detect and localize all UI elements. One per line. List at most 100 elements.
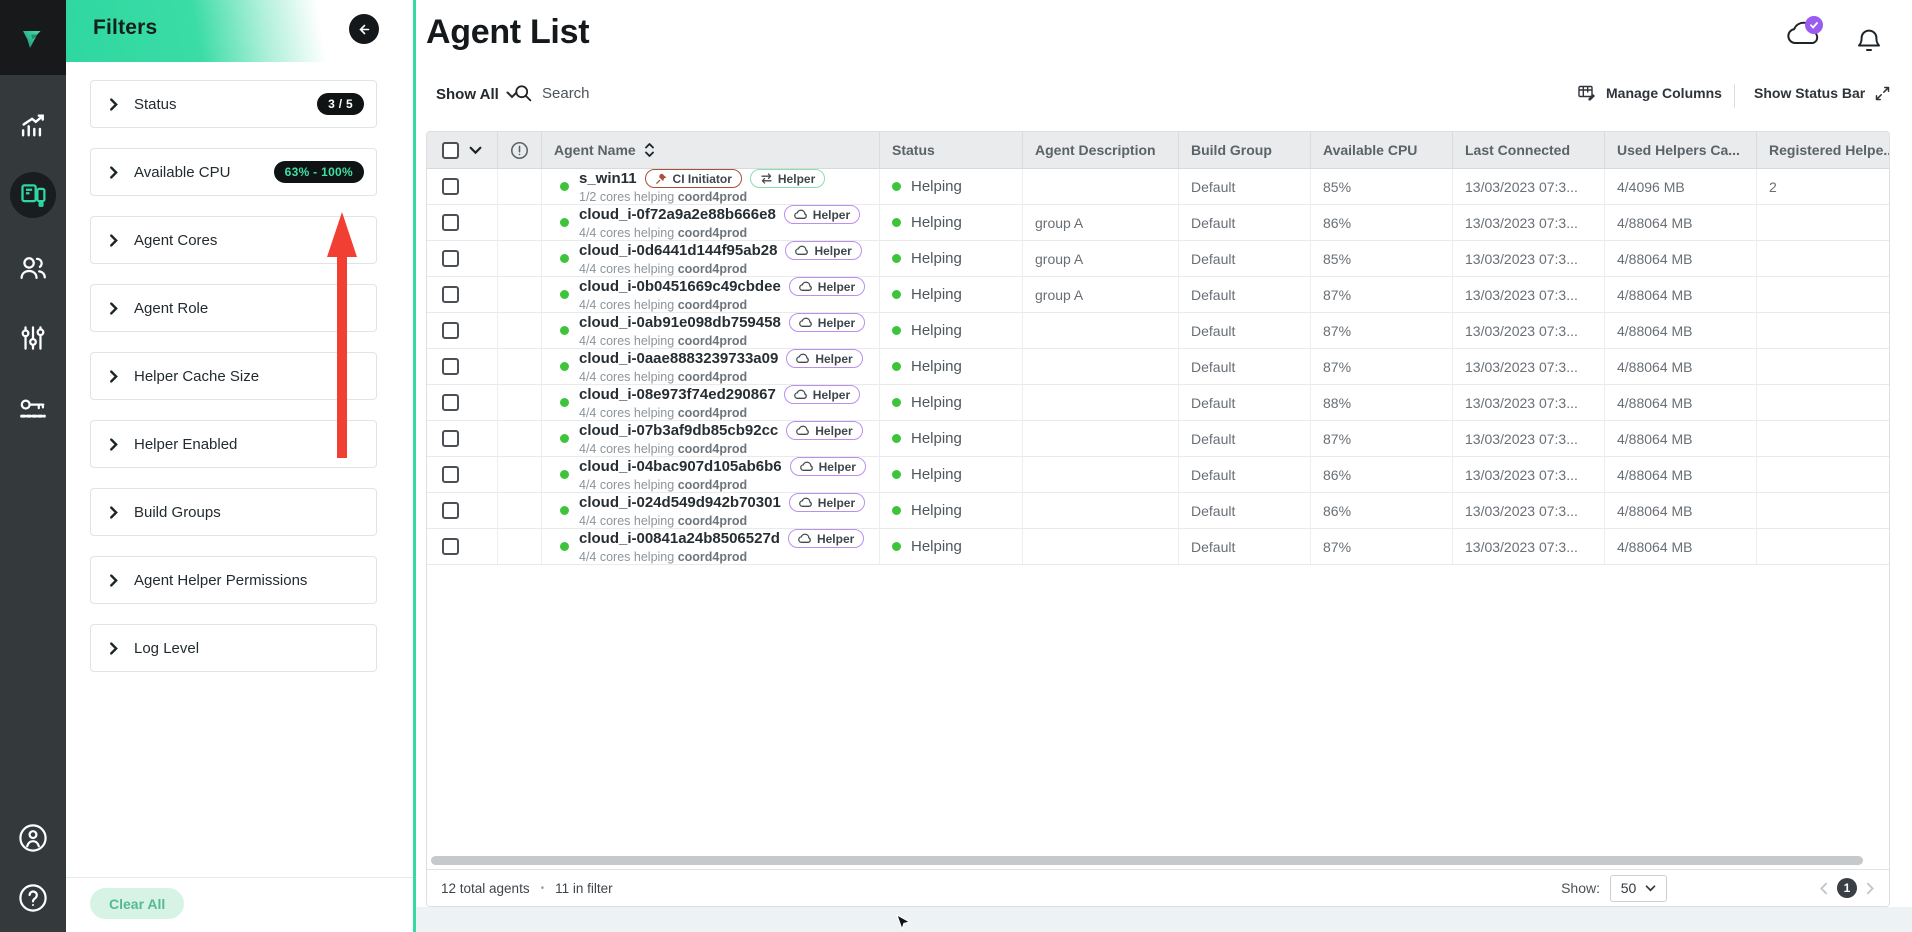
row-checkbox[interactable] — [442, 178, 459, 195]
used-helpers-cell: 4/88064 MB — [1605, 205, 1757, 240]
table-row[interactable]: cloud_i-024d549d942b70301Helper4/4 cores… — [427, 493, 1889, 529]
row-checkbox[interactable] — [442, 430, 459, 447]
last-connected-cell: 13/03/2023 07:3... — [1453, 421, 1605, 456]
show-label: Show: — [1561, 880, 1600, 896]
available-cpu-cell: 86% — [1311, 457, 1453, 492]
filter-item-agent-role[interactable]: Agent Role — [90, 284, 377, 332]
row-checkbox[interactable] — [442, 286, 459, 303]
build-group-cell: Default — [1179, 205, 1311, 240]
filter-item-status[interactable]: Status3 / 5 — [90, 80, 377, 128]
filter-label: Agent Cores — [134, 232, 217, 249]
row-select-cell — [427, 457, 498, 492]
status-dot — [892, 326, 901, 335]
available-cpu-cell: 87% — [1311, 421, 1453, 456]
chevron-right-icon — [109, 370, 119, 383]
agent-name: cloud_i-08e973f74ed290867 — [579, 386, 776, 403]
row-alert-cell — [498, 457, 542, 492]
row-checkbox[interactable] — [442, 322, 459, 339]
row-checkbox[interactable] — [442, 538, 459, 555]
cloud-status-button[interactable] — [1786, 20, 1830, 54]
cloud-icon — [798, 533, 812, 544]
cloud-icon — [796, 425, 810, 436]
sidebar-item-settings[interactable] — [10, 315, 56, 361]
table-row[interactable]: cloud_i-0b0451669c49cbdeeHelper4/4 cores… — [427, 277, 1889, 313]
page-next-icon[interactable] — [1866, 882, 1875, 895]
search-input[interactable]: Search — [514, 84, 590, 103]
column-header-build-group: Build Group — [1179, 132, 1311, 168]
check-icon — [1809, 20, 1819, 30]
last-connected-cell: 13/03/2023 07:3... — [1453, 457, 1605, 492]
badge-helper: Helper — [786, 349, 862, 368]
row-alert-cell — [498, 277, 542, 312]
table-row[interactable]: cloud_i-00841a24b8506527dHelper4/4 cores… — [427, 529, 1889, 565]
filter-item-build-groups[interactable]: Build Groups — [90, 488, 377, 536]
sidebar-item-agents[interactable] — [10, 172, 56, 218]
agent-name-cell: cloud_i-0f72a9a2e88b666e8Helper4/4 cores… — [542, 205, 880, 240]
chevron-right-icon — [109, 302, 119, 315]
page-size-select[interactable]: 50 — [1610, 875, 1667, 902]
table-row[interactable]: cloud_i-0ab91e098db759458Helper4/4 cores… — [427, 313, 1889, 349]
cloud-icon — [799, 281, 813, 292]
chevron-right-icon — [109, 642, 119, 655]
app-logo[interactable] — [0, 0, 66, 75]
available-cpu-cell: 88% — [1311, 385, 1453, 420]
table-row[interactable]: cloud_i-0aae8883239733a09Helper4/4 cores… — [427, 349, 1889, 385]
column-header-label: Agent Description — [1035, 142, 1156, 158]
row-checkbox[interactable] — [442, 502, 459, 519]
table-row[interactable]: s_win11CI InitiatorHelper1/2 cores helpi… — [427, 169, 1889, 205]
used-helpers-cell: 4/88064 MB — [1605, 457, 1757, 492]
sidebar-item-api-keys[interactable] — [10, 387, 56, 433]
show-status-bar-button[interactable]: Show Status Bar — [1754, 85, 1890, 101]
filter-item-agent-helper-permissions[interactable]: Agent Helper Permissions — [90, 556, 377, 604]
table-row[interactable]: cloud_i-04bac907d105ab6b6Helper4/4 cores… — [427, 457, 1889, 493]
filter-label: Status — [134, 96, 177, 113]
filter-item-helper-enabled[interactable]: Helper Enabled — [90, 420, 377, 468]
help-button[interactable] — [10, 875, 56, 921]
manage-columns-button[interactable]: Manage Columns — [1578, 85, 1722, 101]
column-header-agent-name[interactable]: Agent Name — [542, 132, 880, 168]
table-row[interactable]: cloud_i-07b3af9db85cb92ccHelper4/4 cores… — [427, 421, 1889, 457]
chevron-right-icon — [109, 166, 119, 179]
registered-helpers-cell — [1757, 205, 1889, 240]
show-status-bar-label: Show Status Bar — [1754, 85, 1865, 101]
row-checkbox[interactable] — [442, 214, 459, 231]
status-cell: Helping — [880, 205, 1023, 240]
row-select-cell — [427, 277, 498, 312]
row-select-cell — [427, 385, 498, 420]
page-prev-icon[interactable] — [1819, 882, 1828, 895]
build-group-cell: Default — [1179, 313, 1311, 348]
account-button[interactable] — [10, 815, 56, 861]
table-row[interactable]: cloud_i-0f72a9a2e88b666e8Helper4/4 cores… — [427, 205, 1889, 241]
filter-list: Status3 / 5 Available CPU63% - 100% Agent … — [90, 80, 377, 672]
row-checkbox[interactable] — [442, 358, 459, 375]
selection-menu-chevron-icon[interactable] — [469, 146, 482, 155]
filter-item-agent-cores[interactable]: Agent Cores — [90, 216, 377, 264]
filter-item-available-cpu[interactable]: Available CPU63% - 100% — [90, 148, 377, 196]
manage-columns-label: Manage Columns — [1606, 85, 1722, 101]
agent-name-cell: cloud_i-0aae8883239733a09Helper4/4 cores… — [542, 349, 880, 384]
agent-name-cell: cloud_i-024d549d942b70301Helper4/4 cores… — [542, 493, 880, 528]
show-all-dropdown[interactable]: Show All — [436, 86, 518, 103]
row-checkbox[interactable] — [442, 466, 459, 483]
row-alert-cell — [498, 313, 542, 348]
column-header-used-helpers-ca: Used Helpers Ca... — [1605, 132, 1757, 168]
row-checkbox[interactable] — [442, 250, 459, 267]
chevron-down-icon — [1645, 885, 1656, 892]
row-checkbox[interactable] — [442, 394, 459, 411]
status-dot — [892, 290, 901, 299]
horizontal-scrollbar-thumb[interactable] — [431, 856, 1863, 865]
build-group-cell: Default — [1179, 529, 1311, 564]
notifications-button[interactable] — [1856, 24, 1884, 56]
clear-all-button[interactable]: Clear All — [90, 888, 184, 919]
collapse-filters-button[interactable] — [349, 14, 379, 44]
select-all-checkbox[interactable] — [442, 142, 459, 159]
status-cell: Helping — [880, 349, 1023, 384]
filter-item-log-level[interactable]: Log Level — [90, 624, 377, 672]
table-row[interactable]: cloud_i-08e973f74ed290867Helper4/4 cores… — [427, 385, 1889, 421]
status-cell: Helping — [880, 169, 1023, 204]
sidebar-item-users[interactable] — [10, 245, 56, 291]
table-row[interactable]: cloud_i-0d6441d144f95ab28Helper4/4 cores… — [427, 241, 1889, 277]
current-page[interactable]: 1 — [1837, 878, 1857, 898]
filter-item-helper-cache-size[interactable]: Helper Cache Size — [90, 352, 377, 400]
sidebar-item-analytics[interactable] — [10, 102, 56, 148]
